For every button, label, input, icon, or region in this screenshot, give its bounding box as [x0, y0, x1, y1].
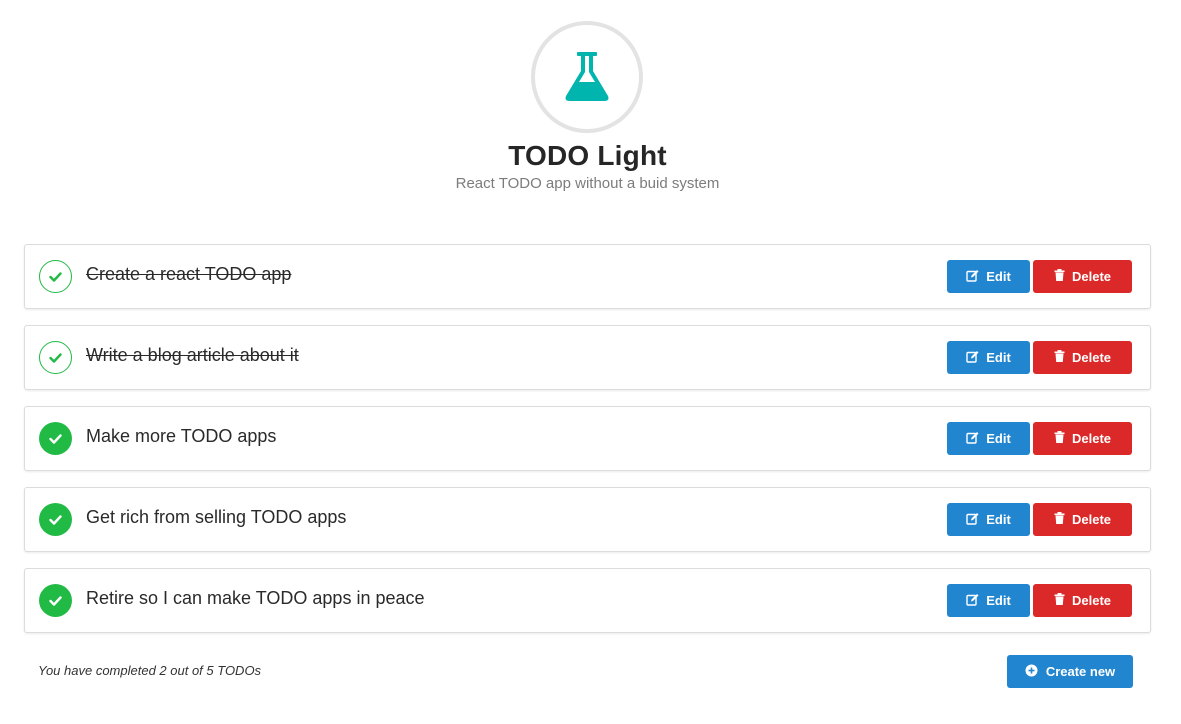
app-subtitle: React TODO app without a buid system	[455, 175, 720, 192]
todo-item: Get rich from selling TODO apps Edit Del…	[24, 487, 1151, 552]
create-new-label: Create new	[1045, 664, 1116, 679]
todo-item: Make more TODO apps Edit Delete	[24, 406, 1151, 471]
todo-text: Write a blog article about it	[86, 345, 299, 365]
todo-text: Create a react TODO app	[86, 264, 292, 284]
trash-icon	[1054, 593, 1065, 608]
create-new-button[interactable]: Create new	[1007, 655, 1133, 688]
edit-icon	[966, 350, 979, 366]
edit-label: Edit	[986, 593, 1011, 608]
logo	[531, 21, 643, 133]
edit-button[interactable]: Edit	[947, 584, 1030, 617]
todo-app: TODO Light React TODO app without a buid…	[0, 0, 1181, 724]
edit-icon	[966, 593, 979, 609]
completion-status: You have completed 2 out of 5 TODOs	[38, 663, 262, 678]
app-title: TODO Light	[508, 140, 667, 171]
trash-icon	[1054, 269, 1065, 284]
checkmark-icon[interactable]	[39, 422, 72, 455]
delete-label: Delete	[1071, 593, 1112, 608]
todo-item: Write a blog article about it Edit Delet…	[24, 325, 1151, 390]
todo-list: Create a react TODO app Edit Delete Writ…	[24, 244, 1151, 649]
trash-icon	[1054, 512, 1065, 527]
trash-icon	[1054, 350, 1065, 365]
edit-label: Edit	[986, 431, 1011, 446]
delete-button[interactable]: Delete	[1033, 584, 1132, 617]
delete-label: Delete	[1071, 269, 1112, 284]
plus-circle-icon	[1025, 664, 1038, 680]
trash-icon	[1054, 431, 1065, 446]
delete-label: Delete	[1071, 431, 1112, 446]
edit-label: Edit	[986, 269, 1011, 284]
delete-button[interactable]: Delete	[1033, 422, 1132, 455]
delete-button[interactable]: Delete	[1033, 341, 1132, 374]
edit-button[interactable]: Edit	[947, 260, 1030, 293]
todo-text: Get rich from selling TODO apps	[86, 507, 347, 527]
edit-icon	[966, 512, 979, 528]
edit-label: Edit	[986, 512, 1011, 527]
edit-button[interactable]: Edit	[947, 503, 1030, 536]
checkmark-icon[interactable]	[39, 584, 72, 617]
checkmark-icon[interactable]	[39, 260, 72, 293]
edit-label: Edit	[986, 350, 1011, 365]
todo-text: Retire so I can make TODO apps in peace	[86, 588, 425, 608]
edit-button[interactable]: Edit	[947, 422, 1030, 455]
delete-button[interactable]: Delete	[1033, 260, 1132, 293]
checkmark-icon[interactable]	[39, 341, 72, 374]
todo-item: Retire so I can make TODO apps in peace …	[24, 568, 1151, 633]
edit-icon	[966, 431, 979, 447]
todo-text: Make more TODO apps	[86, 426, 277, 446]
delete-label: Delete	[1071, 350, 1112, 365]
edit-button[interactable]: Edit	[947, 341, 1030, 374]
flask-icon	[563, 51, 611, 103]
edit-icon	[966, 269, 979, 285]
todo-item: Create a react TODO app Edit Delete	[24, 244, 1151, 309]
checkmark-icon[interactable]	[39, 503, 72, 536]
delete-button[interactable]: Delete	[1033, 503, 1132, 536]
delete-label: Delete	[1071, 512, 1112, 527]
